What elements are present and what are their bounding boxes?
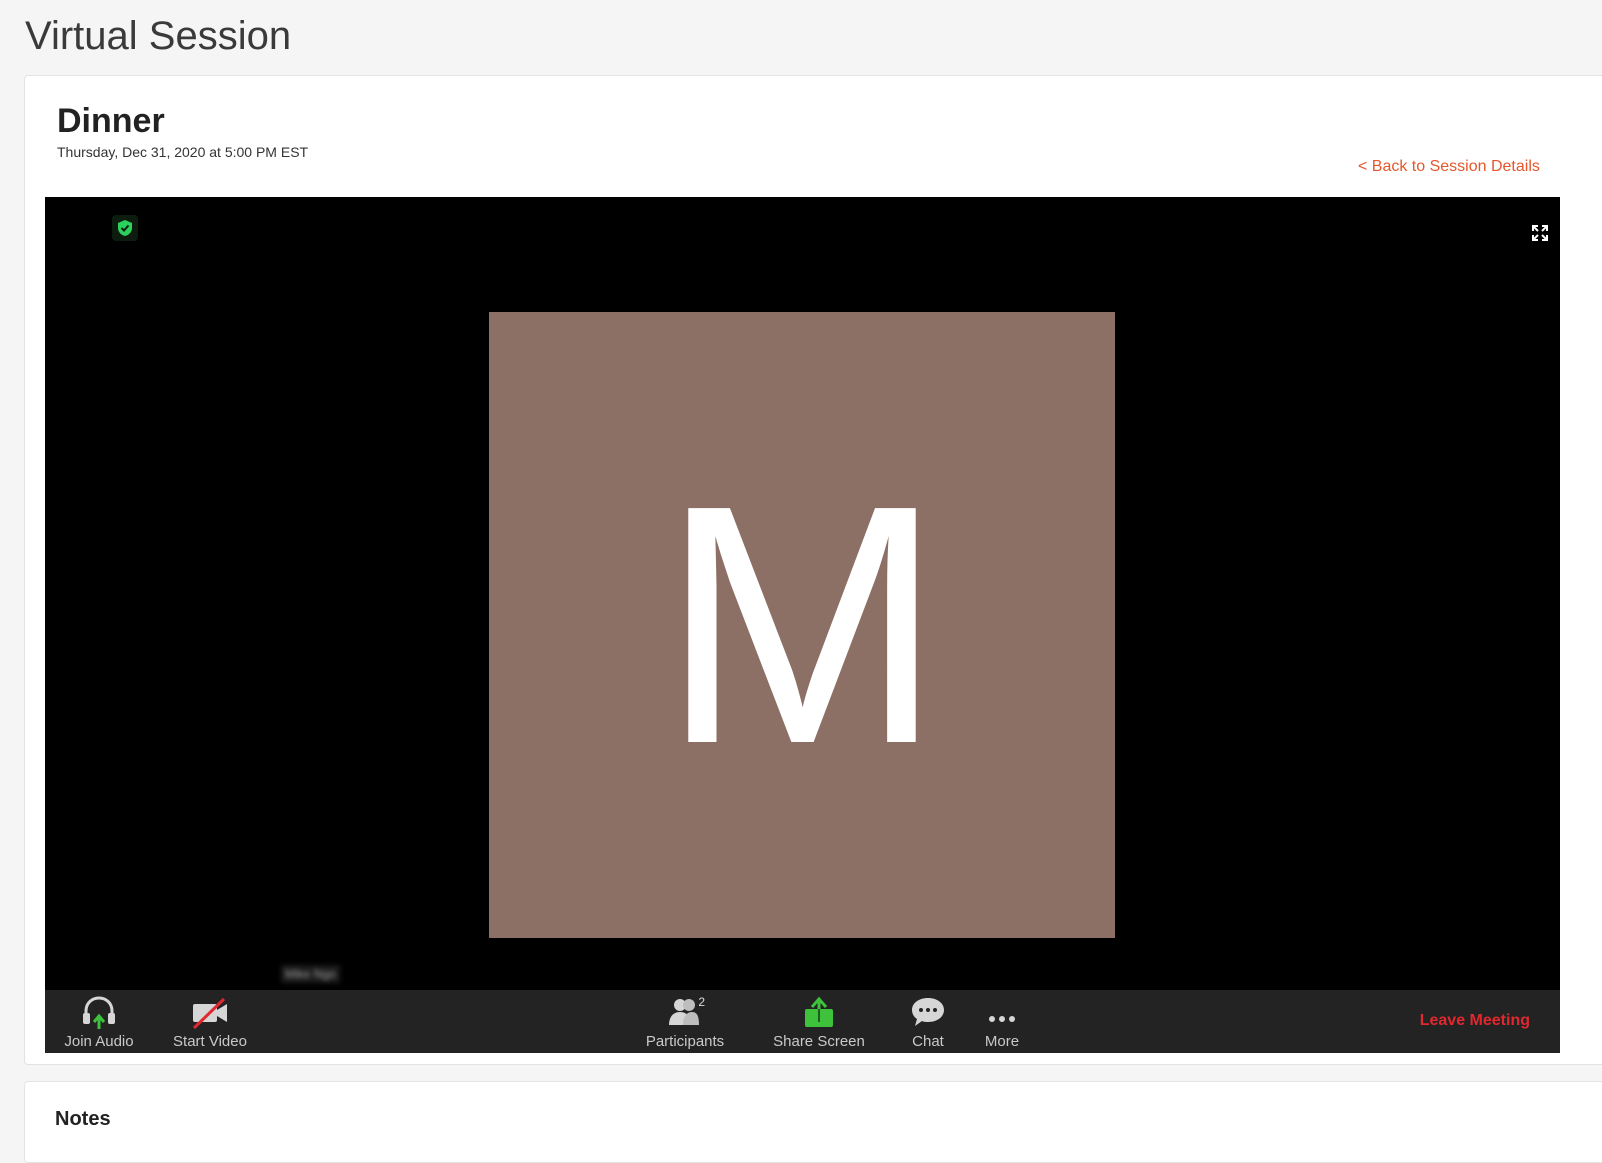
participants-icon: 2 — [665, 995, 705, 1031]
video-area[interactable]: M Mike Ngo Join Audio Start Video 2 Part… — [45, 197, 1560, 1053]
meeting-toolbar: Join Audio Start Video 2 Participants Sh… — [45, 990, 1560, 1053]
share-screen-button[interactable]: Share Screen — [771, 990, 867, 1053]
chat-button[interactable]: Chat — [903, 990, 953, 1053]
avatar-initial: M — [660, 435, 944, 815]
headphones-icon — [79, 995, 119, 1031]
start-video-button[interactable]: Start Video — [170, 990, 250, 1053]
fullscreen-icon[interactable] — [1530, 223, 1550, 243]
session-datetime: Thursday, Dec 31, 2020 at 5:00 PM EST — [57, 144, 309, 160]
join-audio-label: Join Audio — [64, 1033, 134, 1050]
leave-meeting-button[interactable]: Leave Meeting — [1420, 1012, 1530, 1030]
chat-icon — [908, 995, 948, 1031]
join-audio-button[interactable]: Join Audio — [63, 990, 135, 1053]
chat-label: Chat — [912, 1033, 944, 1050]
participants-label: Participants — [645, 1033, 725, 1050]
start-video-label: Start Video — [173, 1033, 247, 1050]
session-card: Dinner Thursday, Dec 31, 2020 at 5:00 PM… — [24, 75, 1602, 1065]
session-name: Dinner — [57, 102, 165, 140]
share-screen-label: Share Screen — [773, 1033, 865, 1050]
security-shield-icon[interactable] — [112, 215, 138, 241]
video-off-icon — [190, 995, 230, 1031]
more-button[interactable]: More — [977, 990, 1027, 1053]
participant-avatar: M — [489, 312, 1115, 938]
back-to-session-details-link[interactable]: < Back to Session Details — [1358, 158, 1540, 176]
notes-title: Notes — [55, 1108, 111, 1130]
page-title: Virtual Session — [25, 14, 292, 58]
notes-card: Notes — [24, 1081, 1602, 1163]
more-label: More — [984, 1033, 1020, 1050]
more-icon — [982, 995, 1022, 1031]
participant-name-tag: Mike Ngo — [281, 965, 340, 983]
participants-button[interactable]: 2 Participants — [640, 990, 730, 1053]
participants-count: 2 — [698, 995, 705, 1009]
share-screen-icon — [799, 995, 839, 1031]
